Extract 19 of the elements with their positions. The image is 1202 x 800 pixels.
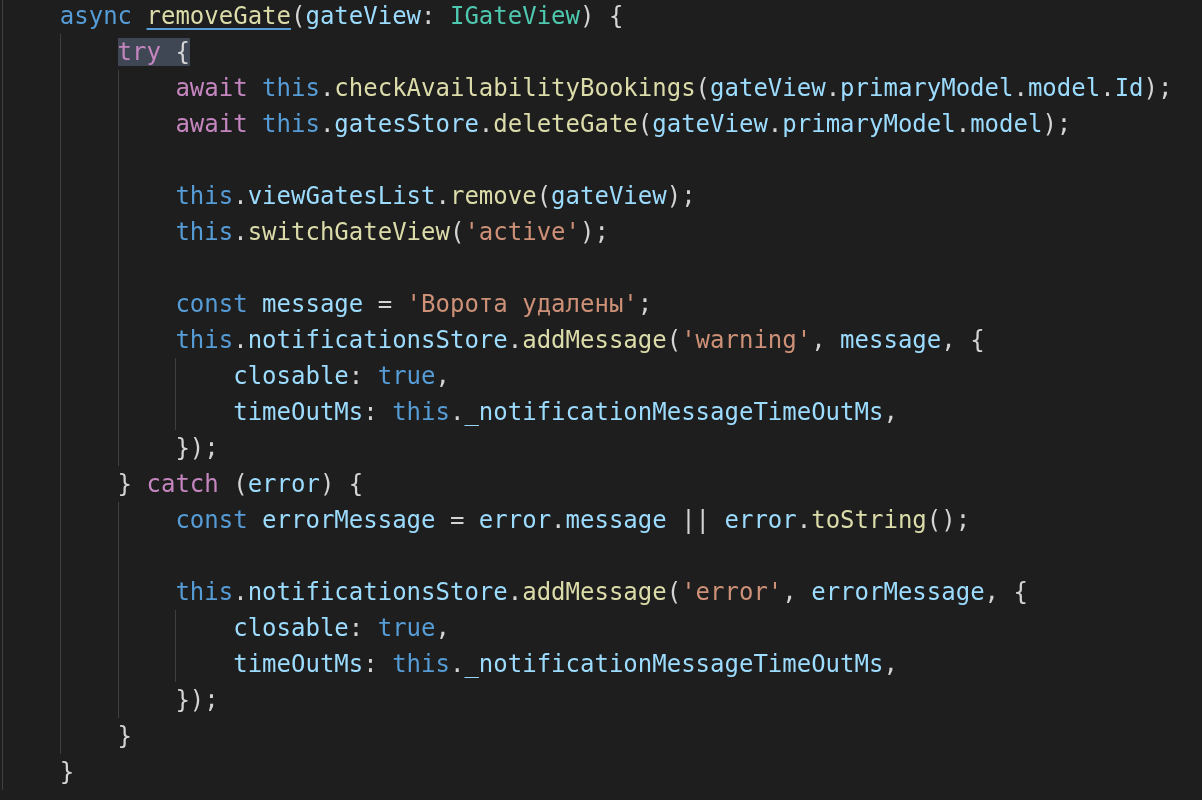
code-line: } [59, 757, 75, 787]
code-line: const message = 'Ворота удалены'; [175, 289, 653, 319]
code-line: try { [117, 37, 190, 67]
code-line: this.notificationsStore.addMessage('error', errorMessage, { [175, 577, 1028, 607]
code-line: const errorMessage = error.message || error.toString(); [175, 505, 971, 535]
code-line: } catch (error) { [117, 469, 364, 499]
code-line: } [117, 721, 133, 751]
code-line: await this.checkAvailabilityBookings(gateView.primaryModel.model.Id); [175, 73, 1173, 103]
code-line: timeOutMs: this._notificationMessageTimeOutMs, [233, 397, 898, 427]
code-line: this.notificationsStore.addMessage('warning', message, { [175, 325, 985, 355]
code-line: await this.gatesStore.deleteGate(gateView.primaryModel.model); [175, 109, 1072, 139]
code-line: }); [175, 685, 219, 715]
code-line: timeOutMs: this._notificationMessageTimeOutMs, [233, 649, 898, 679]
code-line: }); [175, 433, 219, 463]
code-line: async removeGate(gateView: IGateView) { [59, 1, 624, 31]
code-line: closable: true, [233, 613, 450, 643]
code-line: closable: true, [233, 361, 450, 391]
code-line: this.switchGateView('active'); [175, 217, 609, 247]
code-line: this.viewGatesList.remove(gateView); [175, 181, 696, 211]
